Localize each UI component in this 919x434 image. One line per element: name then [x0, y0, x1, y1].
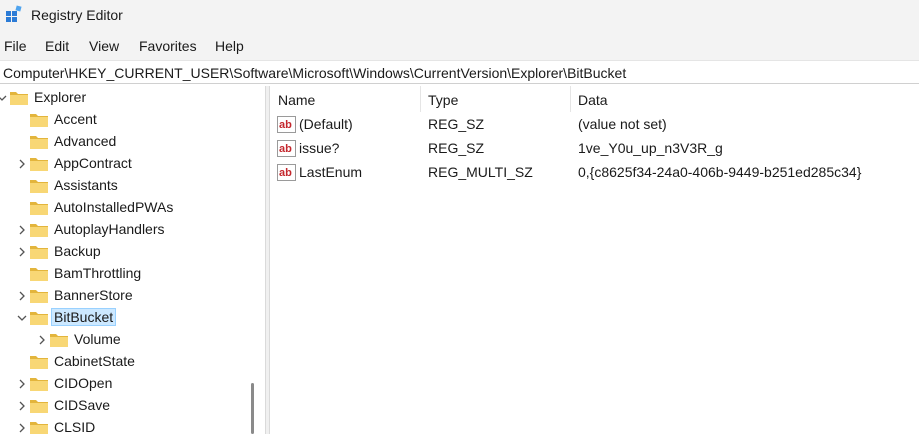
chevron-right-icon[interactable]: [17, 225, 27, 235]
chevron-right-icon[interactable]: [37, 335, 47, 345]
chevron-down-icon[interactable]: [0, 93, 7, 103]
folder-icon: [29, 376, 49, 392]
tree-item-appcontract[interactable]: AppContract: [0, 153, 250, 175]
title-bar: Registry Editor: [0, 0, 919, 32]
folder-icon: [49, 332, 69, 348]
tree-item-autoplayhandlers[interactable]: AutoplayHandlers: [0, 219, 250, 241]
folder-icon: [29, 134, 49, 150]
menu-bar: File Edit View Favorites Help: [0, 32, 919, 60]
chevron-down-icon[interactable]: [17, 313, 27, 323]
folder-icon: [29, 244, 49, 260]
tree-item-volume[interactable]: Volume: [0, 329, 250, 351]
svg-text:ab: ab: [279, 119, 292, 131]
window-title: Registry Editor: [31, 7, 123, 23]
string-value-icon: ab: [277, 116, 296, 133]
chevron-right-icon[interactable]: [17, 247, 27, 257]
menu-edit[interactable]: Edit: [45, 38, 69, 54]
column-header-data[interactable]: Data: [571, 86, 919, 112]
tree-item-bitbucket[interactable]: BitBucket: [0, 307, 250, 329]
menu-favorites[interactable]: Favorites: [139, 38, 197, 54]
string-value-icon: ab: [277, 140, 296, 157]
folder-icon: [29, 398, 49, 414]
tree-item-label: Accent: [54, 111, 97, 127]
tree-item-label: Assistants: [54, 177, 118, 193]
folder-icon: [29, 112, 49, 128]
svg-text:ab: ab: [279, 167, 292, 179]
chevron-right-icon[interactable]: [17, 423, 27, 433]
tree-item-label: AutoInstalledPWAs: [54, 199, 174, 215]
registry-editor-app-icon: [6, 5, 22, 22]
tree-item-explorer[interactable]: Explorer: [0, 87, 250, 109]
tree-item-label: BitBucket: [51, 308, 117, 326]
column-header-type[interactable]: Type: [421, 86, 571, 112]
tree-item-label: AutoplayHandlers: [54, 221, 165, 237]
chevron-right-icon[interactable]: [17, 159, 27, 169]
address-bar[interactable]: Computer\HKEY_CURRENT_USER\Software\Micr…: [0, 60, 919, 84]
menu-help[interactable]: Help: [215, 38, 244, 54]
tree-item-label: CIDSave: [54, 397, 111, 413]
folder-icon: [29, 288, 49, 304]
chevron-right-icon[interactable]: [17, 291, 27, 301]
tree-item-label: Explorer: [34, 89, 87, 105]
tree-item-bannerstore[interactable]: BannerStore: [0, 285, 250, 307]
folder-icon: [29, 310, 49, 326]
tree-item-label: Advanced: [54, 133, 117, 149]
address-path[interactable]: Computer\HKEY_CURRENT_USER\Software\Micr…: [3, 65, 626, 81]
chevron-right-icon[interactable]: [17, 379, 27, 389]
folder-icon: [29, 420, 49, 434]
column-header-name[interactable]: Name: [271, 86, 421, 112]
value-name-cell: LastEnum: [299, 164, 363, 180]
value-name-cell: (Default): [299, 116, 353, 132]
folder-icon: [29, 200, 49, 216]
tree-item-label: CIDOpen: [54, 375, 113, 391]
value-row[interactable]: ab issue? REG_SZ 1ve_Y0u_up_n3V3R_g: [271, 137, 919, 161]
value-data-cell: 0,{c8625f34-24a0-406b-9449-b251ed285c34}: [578, 164, 862, 180]
pane-splitter[interactable]: [265, 86, 270, 434]
string-value-icon: ab: [277, 164, 296, 181]
tree-item-cidsave[interactable]: CIDSave: [0, 395, 250, 417]
tree-scrollbar-thumb[interactable]: [251, 383, 254, 434]
menu-view[interactable]: View: [89, 38, 119, 54]
value-row[interactable]: ab LastEnum REG_MULTI_SZ 0,{c8625f34-24a0-4…: [271, 161, 919, 185]
tree-item-clsid[interactable]: CLSID: [0, 417, 250, 434]
tree-item-label: AppContract: [54, 155, 132, 171]
svg-text:ab: ab: [279, 143, 292, 155]
tree-item-backup[interactable]: Backup: [0, 241, 250, 263]
tree-item-label: Backup: [54, 243, 101, 259]
value-data-cell: 1ve_Y0u_up_n3V3R_g: [578, 140, 723, 156]
value-type-cell: REG_SZ: [428, 116, 485, 132]
menu-file[interactable]: File: [4, 38, 27, 54]
tree-item-label: BannerStore: [54, 287, 133, 303]
tree-item-label: CabinetState: [54, 353, 135, 369]
tree-item-cabinetstate[interactable]: CabinetState: [0, 351, 250, 373]
tree-item-cidopen[interactable]: CIDOpen: [0, 373, 250, 395]
tree-item-bamthrottling[interactable]: BamThrottling: [0, 263, 250, 285]
folder-icon: [9, 90, 29, 106]
folder-icon: [29, 354, 49, 370]
key-tree[interactable]: Explorer Accent Advanced AppContract Assista…: [0, 86, 264, 434]
folder-icon: [29, 178, 49, 194]
tree-item-label: BamThrottling: [54, 265, 142, 281]
tree-item-assistants[interactable]: Assistants: [0, 175, 250, 197]
value-data-cell: (value not set): [578, 116, 667, 132]
tree-item-advanced[interactable]: Advanced: [0, 131, 250, 153]
folder-icon: [29, 266, 49, 282]
value-row[interactable]: ab (Default) REG_SZ (value not set): [271, 113, 919, 137]
tree-item-autoinstalledpwas[interactable]: AutoInstalledPWAs: [0, 197, 250, 219]
value-type-cell: REG_MULTI_SZ: [428, 164, 533, 180]
value-name-cell: issue?: [299, 140, 340, 156]
values-list[interactable]: Name Type Data ab (Default) REG_SZ (value n…: [271, 86, 919, 434]
folder-icon: [29, 222, 49, 238]
tree-item-label: CLSID: [54, 419, 96, 434]
folder-icon: [29, 156, 49, 172]
tree-item-accent[interactable]: Accent: [0, 109, 250, 131]
tree-item-label: Volume: [74, 331, 121, 347]
value-type-cell: REG_SZ: [428, 140, 485, 156]
chevron-right-icon[interactable]: [17, 401, 27, 411]
